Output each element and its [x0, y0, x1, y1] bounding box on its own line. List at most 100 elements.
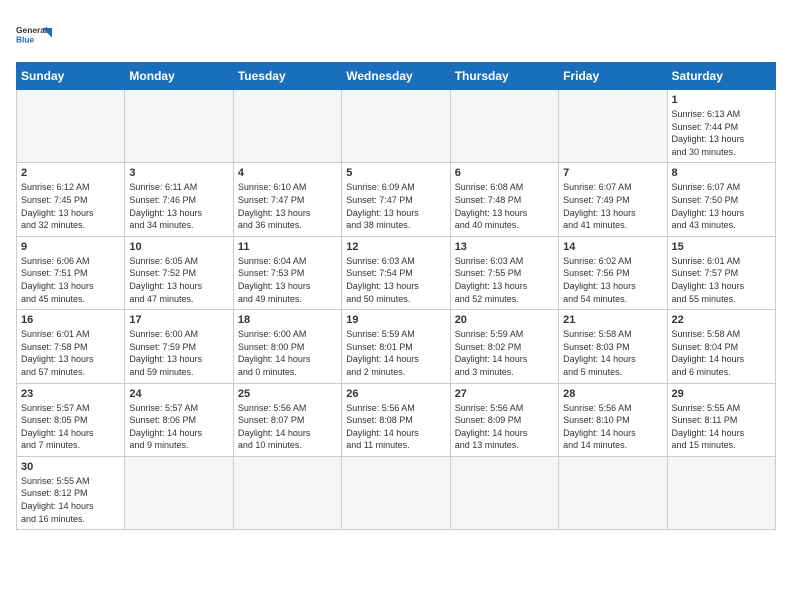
day-info: Sunrise: 6:07 AM Sunset: 7:49 PM Dayligh… — [563, 181, 662, 231]
day-number: 3 — [129, 167, 228, 179]
day-info: Sunrise: 5:56 AM Sunset: 8:09 PM Dayligh… — [455, 402, 554, 452]
week-row-5: 23 Sunrise: 5:57 AM Sunset: 8:05 PM Dayli… — [17, 383, 776, 456]
day-number: 23 — [21, 388, 120, 400]
day-info: Sunrise: 6:01 AM Sunset: 7:58 PM Dayligh… — [21, 328, 120, 378]
day-number: 19 — [346, 314, 445, 326]
day-info: Sunrise: 6:12 AM Sunset: 7:45 PM Dayligh… — [21, 181, 120, 231]
day-info: Sunrise: 6:00 AM Sunset: 7:59 PM Dayligh… — [129, 328, 228, 378]
day-info: Sunrise: 5:58 AM Sunset: 8:04 PM Dayligh… — [672, 328, 771, 378]
day-number: 24 — [129, 388, 228, 400]
day-info: Sunrise: 5:55 AM Sunset: 8:11 PM Dayligh… — [672, 402, 771, 452]
calendar-cell: 16 Sunrise: 6:01 AM Sunset: 7:58 PM Dayli… — [17, 310, 125, 383]
day-info: Sunrise: 6:02 AM Sunset: 7:56 PM Dayligh… — [563, 255, 662, 305]
logo: General Blue — [16, 16, 52, 52]
calendar-cell: 26 Sunrise: 5:56 AM Sunset: 8:08 PM Dayli… — [342, 383, 450, 456]
day-number: 6 — [455, 167, 554, 179]
calendar-cell: 21 Sunrise: 5:58 AM Sunset: 8:03 PM Dayli… — [559, 310, 667, 383]
day-number: 13 — [455, 241, 554, 253]
day-number: 26 — [346, 388, 445, 400]
day-number: 30 — [21, 461, 120, 473]
calendar-cell: 24Sunrise: 5:57 AM Sunset: 8:06 PM Dayli… — [125, 383, 233, 456]
day-info: Sunrise: 5:55 AM Sunset: 8:12 PM Dayligh… — [21, 475, 120, 525]
calendar-cell: 2Sunrise: 6:12 AM Sunset: 7:45 PM Daylig… — [17, 163, 125, 236]
day-number: 5 — [346, 167, 445, 179]
calendar-cell: 27 Sunrise: 5:56 AM Sunset: 8:09 PM Dayli… — [450, 383, 558, 456]
day-info: Sunrise: 5:56 AM Sunset: 8:07 PM Dayligh… — [238, 402, 337, 452]
week-row-4: 16 Sunrise: 6:01 AM Sunset: 7:58 PM Dayli… — [17, 310, 776, 383]
weekday-header-monday: Monday — [125, 63, 233, 90]
weekday-header-saturday: Saturday — [667, 63, 775, 90]
calendar-cell: 5Sunrise: 6:09 AM Sunset: 7:47 PM Daylig… — [342, 163, 450, 236]
day-number: 29 — [672, 388, 771, 400]
week-row-6: 30 Sunrise: 5:55 AM Sunset: 8:12 PM Dayli… — [17, 456, 776, 529]
day-number: 17 — [129, 314, 228, 326]
weekday-header-friday: Friday — [559, 63, 667, 90]
calendar-cell — [233, 90, 341, 163]
calendar-cell: 17 Sunrise: 6:00 AM Sunset: 7:59 PM Dayli… — [125, 310, 233, 383]
day-number: 7 — [563, 167, 662, 179]
day-info: Sunrise: 6:13 AM Sunset: 7:44 PM Dayligh… — [672, 108, 771, 158]
calendar-cell: 23 Sunrise: 5:57 AM Sunset: 8:05 PM Dayli… — [17, 383, 125, 456]
week-row-1: 1Sunrise: 6:13 AM Sunset: 7:44 PM Daylig… — [17, 90, 776, 163]
day-info: Sunrise: 6:03 AM Sunset: 7:54 PM Dayligh… — [346, 255, 445, 305]
day-number: 14 — [563, 241, 662, 253]
week-row-3: 9 Sunrise: 6:06 AM Sunset: 7:51 PM Daylig… — [17, 236, 776, 309]
calendar-cell: 29 Sunrise: 5:55 AM Sunset: 8:11 PM Dayli… — [667, 383, 775, 456]
calendar-cell: 25 Sunrise: 5:56 AM Sunset: 8:07 PM Dayli… — [233, 383, 341, 456]
calendar-cell: 10Sunrise: 6:05 AM Sunset: 7:52 PM Dayli… — [125, 236, 233, 309]
day-info: Sunrise: 5:58 AM Sunset: 8:03 PM Dayligh… — [563, 328, 662, 378]
day-number: 9 — [21, 241, 120, 253]
svg-text:General: General — [16, 25, 47, 35]
calendar-cell — [125, 90, 233, 163]
day-number: 28 — [563, 388, 662, 400]
calendar-cell: 15Sunrise: 6:01 AM Sunset: 7:57 PM Dayli… — [667, 236, 775, 309]
calendar-cell — [342, 456, 450, 529]
day-info: Sunrise: 6:08 AM Sunset: 7:48 PM Dayligh… — [455, 181, 554, 231]
day-info: Sunrise: 5:56 AM Sunset: 8:10 PM Dayligh… — [563, 402, 662, 452]
calendar-cell: 20Sunrise: 5:59 AM Sunset: 8:02 PM Dayli… — [450, 310, 558, 383]
day-info: Sunrise: 6:10 AM Sunset: 7:47 PM Dayligh… — [238, 181, 337, 231]
day-info: Sunrise: 6:06 AM Sunset: 7:51 PM Dayligh… — [21, 255, 120, 305]
calendar-cell: 7 Sunrise: 6:07 AM Sunset: 7:49 PM Daylig… — [559, 163, 667, 236]
day-info: Sunrise: 6:05 AM Sunset: 7:52 PM Dayligh… — [129, 255, 228, 305]
calendar-cell — [667, 456, 775, 529]
day-number: 20 — [455, 314, 554, 326]
day-info: Sunrise: 5:59 AM Sunset: 8:01 PM Dayligh… — [346, 328, 445, 378]
header: General Blue — [16, 16, 776, 52]
calendar-cell: 8Sunrise: 6:07 AM Sunset: 7:50 PM Daylig… — [667, 163, 775, 236]
week-row-2: 2Sunrise: 6:12 AM Sunset: 7:45 PM Daylig… — [17, 163, 776, 236]
day-number: 12 — [346, 241, 445, 253]
calendar-cell — [342, 90, 450, 163]
calendar-cell: 1Sunrise: 6:13 AM Sunset: 7:44 PM Daylig… — [667, 90, 775, 163]
day-number: 4 — [238, 167, 337, 179]
calendar-cell: 9 Sunrise: 6:06 AM Sunset: 7:51 PM Daylig… — [17, 236, 125, 309]
calendar-cell — [450, 90, 558, 163]
calendar-cell — [559, 456, 667, 529]
calendar-cell: 19 Sunrise: 5:59 AM Sunset: 8:01 PM Dayli… — [342, 310, 450, 383]
calendar-cell — [125, 456, 233, 529]
calendar-cell: 14 Sunrise: 6:02 AM Sunset: 7:56 PM Dayli… — [559, 236, 667, 309]
calendar: SundayMondayTuesdayWednesdayThursdayFrid… — [16, 62, 776, 530]
day-info: Sunrise: 6:11 AM Sunset: 7:46 PM Dayligh… — [129, 181, 228, 231]
day-info: Sunrise: 6:00 AM Sunset: 8:00 PM Dayligh… — [238, 328, 337, 378]
day-number: 27 — [455, 388, 554, 400]
day-number: 16 — [21, 314, 120, 326]
calendar-cell: 18Sunrise: 6:00 AM Sunset: 8:00 PM Dayli… — [233, 310, 341, 383]
calendar-cell — [559, 90, 667, 163]
weekday-header-row: SundayMondayTuesdayWednesdayThursdayFrid… — [17, 63, 776, 90]
calendar-cell: 12 Sunrise: 6:03 AM Sunset: 7:54 PM Dayli… — [342, 236, 450, 309]
day-number: 8 — [672, 167, 771, 179]
calendar-cell: 6 Sunrise: 6:08 AM Sunset: 7:48 PM Daylig… — [450, 163, 558, 236]
day-info: Sunrise: 6:01 AM Sunset: 7:57 PM Dayligh… — [672, 255, 771, 305]
day-number: 22 — [672, 314, 771, 326]
day-number: 11 — [238, 241, 337, 253]
day-info: Sunrise: 5:56 AM Sunset: 8:08 PM Dayligh… — [346, 402, 445, 452]
calendar-cell — [450, 456, 558, 529]
day-number: 25 — [238, 388, 337, 400]
weekday-header-sunday: Sunday — [17, 63, 125, 90]
day-number: 21 — [563, 314, 662, 326]
calendar-cell: 3 Sunrise: 6:11 AM Sunset: 7:46 PM Daylig… — [125, 163, 233, 236]
day-info: Sunrise: 5:57 AM Sunset: 8:05 PM Dayligh… — [21, 402, 120, 452]
calendar-cell: 22 Sunrise: 5:58 AM Sunset: 8:04 PM Dayli… — [667, 310, 775, 383]
calendar-cell — [17, 90, 125, 163]
